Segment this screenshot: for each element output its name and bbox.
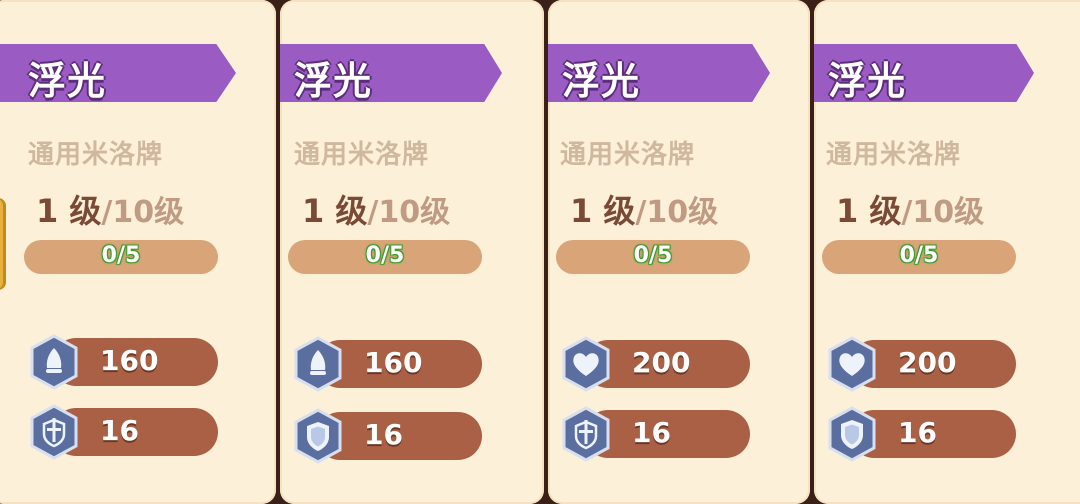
stat-value: 200 xyxy=(898,346,957,379)
sword-shield-icon xyxy=(562,406,610,462)
progress-text: 0/5 xyxy=(899,243,939,268)
level-max: 10级 xyxy=(912,195,985,230)
stat-row: 16 xyxy=(826,406,1016,462)
level-current: 1 级 xyxy=(302,192,368,230)
shield-icon xyxy=(828,406,876,462)
card-title-banner: 浮光 xyxy=(0,44,236,102)
stat-value: 16 xyxy=(364,418,403,451)
stat-row: 200 xyxy=(826,336,1016,392)
gold-x-decoration xyxy=(0,198,6,290)
stat-value: 16 xyxy=(100,414,139,447)
progress-text: 0/5 xyxy=(365,243,405,268)
level-separator: / xyxy=(635,195,647,230)
attack-icon xyxy=(294,336,342,392)
stat-value: 160 xyxy=(364,346,423,379)
card-type-label: 通用米洛牌 xyxy=(826,140,962,170)
shield-icon xyxy=(294,408,342,464)
stat-value: 16 xyxy=(898,416,937,449)
card-2[interactable]: 浮光 通用米洛牌 1 级/10级 0/5 160 16 xyxy=(280,0,544,504)
upgrade-progress-bar: 0/5 xyxy=(556,240,750,274)
card-4[interactable]: 浮光 通用米洛牌 1 级/10级 0/5 200 16 xyxy=(814,0,1080,504)
card-title-banner: 浮光 xyxy=(814,44,1034,102)
level-current: 1 级 xyxy=(36,192,102,230)
stat-row: 16 xyxy=(560,406,750,462)
upgrade-progress-bar: 0/5 xyxy=(24,240,218,274)
level-row: 1 级/10级 xyxy=(836,186,984,232)
level-max: 10级 xyxy=(112,195,185,230)
stat-row: 16 xyxy=(28,404,218,460)
card-title: 浮光 xyxy=(562,59,641,103)
progress-text: 0/5 xyxy=(101,243,141,268)
upgrade-progress-bar: 0/5 xyxy=(822,240,1016,274)
stat-row: 160 xyxy=(292,336,482,392)
card-type-label: 通用米洛牌 xyxy=(294,140,430,170)
level-separator: / xyxy=(101,195,113,230)
card-1[interactable]: 浮光 通用米洛牌 1 级/10级 0/5 160 16 xyxy=(0,0,276,504)
level-separator: / xyxy=(901,195,913,230)
card-title: 浮光 xyxy=(828,59,907,103)
attack-icon xyxy=(30,334,78,390)
upgrade-progress-bar: 0/5 xyxy=(288,240,482,274)
card-type-label: 通用米洛牌 xyxy=(28,140,164,170)
level-current: 1 级 xyxy=(836,192,902,230)
card-type-label: 通用米洛牌 xyxy=(560,140,696,170)
card-title-banner: 浮光 xyxy=(548,44,770,102)
level-max: 10级 xyxy=(378,195,451,230)
level-separator: / xyxy=(367,195,379,230)
heart-icon xyxy=(562,336,610,392)
level-row: 1 级/10级 xyxy=(302,186,450,232)
card-title: 浮光 xyxy=(28,59,107,103)
heart-icon xyxy=(828,336,876,392)
card-title: 浮光 xyxy=(294,59,373,103)
stat-row: 200 xyxy=(560,336,750,392)
level-row: 1 级/10级 xyxy=(570,186,718,232)
stat-value: 200 xyxy=(632,346,691,379)
card-title-banner: 浮光 xyxy=(280,44,502,102)
card-3[interactable]: 浮光 通用米洛牌 1 级/10级 0/5 200 16 xyxy=(548,0,810,504)
progress-text: 0/5 xyxy=(633,243,673,268)
stat-value: 16 xyxy=(632,416,671,449)
stat-row: 16 xyxy=(292,408,482,464)
stat-value: 160 xyxy=(100,344,159,377)
level-current: 1 级 xyxy=(570,192,636,230)
level-max: 10级 xyxy=(646,195,719,230)
level-row: 1 级/10级 xyxy=(36,186,184,232)
stat-row: 160 xyxy=(28,334,218,390)
sword-shield-icon xyxy=(30,404,78,460)
